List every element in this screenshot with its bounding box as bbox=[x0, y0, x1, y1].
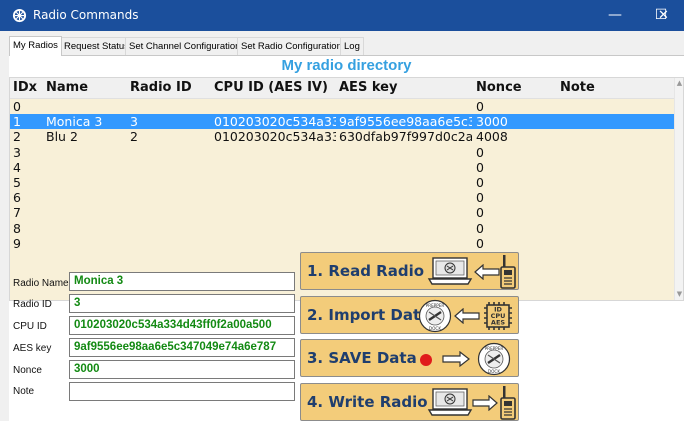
minimize-button[interactable]: — bbox=[592, 0, 638, 31]
tab-request-status[interactable]: Request Status bbox=[60, 37, 133, 55]
radio-name-label: Radio Name bbox=[13, 278, 69, 289]
table-cell-nonce: 0 bbox=[476, 190, 484, 206]
scroll-down-icon[interactable]: ▼ bbox=[676, 290, 683, 298]
note-label: Note bbox=[13, 386, 35, 397]
laptop-icon bbox=[427, 257, 473, 285]
table-cell-nonce: 0 bbox=[476, 144, 484, 160]
table-row[interactable]: 80 bbox=[10, 221, 680, 236]
radio-name-field[interactable]: Monica 3 bbox=[69, 272, 295, 291]
chip-text-aes: AES bbox=[491, 319, 505, 327]
dock-top-text: PREPPER bbox=[485, 346, 504, 351]
column-header-nonce[interactable]: Nonce bbox=[476, 80, 522, 95]
tab-set-channel-configuration[interactable]: Set Channel Configuration bbox=[125, 37, 245, 55]
dock-bottom-text: DOCK bbox=[429, 326, 441, 331]
radio-id-field[interactable]: 3 bbox=[69, 294, 295, 313]
tab-set-radio-configuration[interactable]: Set Radio Configuration bbox=[237, 37, 346, 55]
nonce-label: Nonce bbox=[13, 365, 42, 376]
table-cell-nonce: 0 bbox=[476, 175, 484, 190]
prepper-dock-icon: PREPPER DOCK bbox=[477, 342, 511, 376]
import-data-label: 2. Import Data bbox=[307, 306, 431, 324]
column-header-cpu-id[interactable]: CPU ID (AES IV) bbox=[214, 80, 328, 95]
table-row[interactable]: 30 bbox=[10, 145, 680, 160]
arrow-left-icon bbox=[474, 264, 500, 280]
table-row[interactable]: 00 bbox=[10, 99, 680, 114]
import-data-button[interactable]: 2. Import Data PREPPER DOCK ID CPU AES bbox=[300, 296, 519, 334]
table-cell-idx: 0 bbox=[13, 99, 21, 114]
table-cell-aes-key: 9af9556ee98aa6e5c3· bbox=[339, 114, 472, 130]
radio-icon bbox=[500, 255, 516, 289]
window-title: Radio Commands bbox=[33, 8, 139, 22]
column-header-note[interactable]: Note bbox=[560, 80, 595, 95]
save-data-button[interactable]: 3. SAVE Data PREPPER DOCK bbox=[300, 339, 519, 377]
table-cell-cpu-id: 010203020c534a33 bbox=[214, 114, 336, 130]
table-header: IDx Name Radio ID CPU ID (AES IV) AES ke… bbox=[10, 78, 683, 99]
read-radio-button[interactable]: 1. Read Radio bbox=[300, 252, 519, 290]
table-cell-name: Blu 2 bbox=[46, 129, 78, 145]
radio-icon bbox=[500, 386, 516, 420]
table-cell-nonce: 0 bbox=[476, 235, 484, 251]
table-cell-nonce: 0 bbox=[476, 205, 484, 221]
table-cell-idx: 4 bbox=[13, 159, 21, 175]
chip-icon: ID CPU AES bbox=[484, 302, 512, 330]
my-radios-panel: My radio directory IDx Name Radio ID CPU… bbox=[9, 55, 684, 421]
column-header-idx[interactable]: IDx bbox=[13, 80, 37, 95]
aes-key-field[interactable]: 9af9556ee98aa6e5c347049e74a6e787 bbox=[69, 338, 295, 357]
table-cell-idx: 2 bbox=[13, 129, 21, 145]
cpu-id-field[interactable]: 010203020c534a334d43ff0f2a00a500 bbox=[69, 316, 295, 335]
table-cell-idx: 8 bbox=[13, 220, 21, 236]
table-cell-nonce: 4008 bbox=[476, 129, 508, 145]
table-cell-nonce: 0 bbox=[476, 220, 484, 236]
save-data-label: 3. SAVE Data bbox=[307, 349, 417, 367]
tab-my-radios[interactable]: My Radios bbox=[9, 36, 62, 56]
radio-commands-window: Radio Commands — ☐ ✕ My Radios Request S… bbox=[0, 0, 684, 421]
radio-id-label: Radio ID bbox=[13, 299, 52, 310]
table-row[interactable]: 50 bbox=[10, 175, 680, 190]
table-cell-nonce: 3000 bbox=[476, 114, 508, 130]
note-field[interactable] bbox=[69, 382, 295, 401]
table-cell-idx: 5 bbox=[13, 175, 21, 190]
nonce-field[interactable]: 3000 bbox=[69, 360, 295, 379]
table-cell-nonce: 0 bbox=[476, 99, 484, 114]
arrow-left-icon bbox=[454, 308, 480, 324]
record-dot-icon bbox=[420, 354, 432, 366]
table-cell-idx: 1 bbox=[13, 114, 21, 130]
write-radio-button[interactable]: 4. Write Radio bbox=[300, 383, 519, 421]
column-header-name[interactable]: Name bbox=[46, 80, 88, 95]
dock-top-text: PREPPER bbox=[426, 303, 445, 308]
table-row[interactable]: 90 bbox=[10, 236, 680, 251]
dock-bottom-text: DOCK bbox=[488, 369, 500, 374]
table-row[interactable]: 60 bbox=[10, 190, 680, 205]
table-cell-idx: 7 bbox=[13, 205, 21, 221]
read-radio-label: 1. Read Radio bbox=[307, 262, 425, 280]
table-cell-idx: 3 bbox=[13, 144, 21, 160]
table-cell-radio-id: 2 bbox=[130, 129, 138, 145]
radio-app-icon bbox=[12, 8, 27, 23]
title-bar: Radio Commands — ☐ bbox=[0, 0, 684, 31]
aes-key-label: AES key bbox=[13, 343, 52, 354]
table-row[interactable]: 1 Monica 3 3 010203020c534a33 9af9556ee98aa6… bbox=[10, 114, 680, 130]
prepper-dock-icon: PREPPER DOCK bbox=[418, 299, 452, 333]
table-cell-idx: 6 bbox=[13, 190, 21, 206]
write-radio-label: 4. Write Radio bbox=[307, 393, 428, 411]
laptop-icon bbox=[427, 388, 473, 416]
table-cell-idx: 9 bbox=[13, 235, 21, 251]
table-row[interactable]: 70 bbox=[10, 205, 680, 220]
table-cell-nonce: 0 bbox=[476, 159, 484, 175]
tab-log[interactable]: Log bbox=[340, 37, 364, 55]
directory-title: My radio directory bbox=[281, 57, 412, 74]
table-scrollbar[interactable]: ▲ ▼ bbox=[674, 78, 683, 300]
arrow-right-icon bbox=[472, 395, 498, 411]
cpu-id-label: CPU ID bbox=[13, 321, 47, 332]
arrow-right-icon bbox=[442, 351, 470, 367]
close-button[interactable]: ✕ bbox=[643, 0, 684, 31]
table-row[interactable]: 40 bbox=[10, 160, 680, 175]
column-header-radio-id[interactable]: Radio ID bbox=[130, 80, 192, 95]
table-cell-radio-id: 3 bbox=[130, 114, 138, 130]
table-row[interactable]: 2 Blu 2 2 010203020c534a33 630dfab97f997d0c2… bbox=[10, 129, 680, 144]
scroll-up-icon[interactable]: ▲ bbox=[676, 79, 683, 87]
table-cell-cpu-id: 010203020c534a33 bbox=[214, 129, 336, 145]
column-header-aes-key[interactable]: AES key bbox=[339, 80, 397, 95]
table-cell-aes-key: 630dfab97f997d0c2a: bbox=[339, 129, 472, 145]
table-cell-name: Monica 3 bbox=[46, 114, 103, 130]
